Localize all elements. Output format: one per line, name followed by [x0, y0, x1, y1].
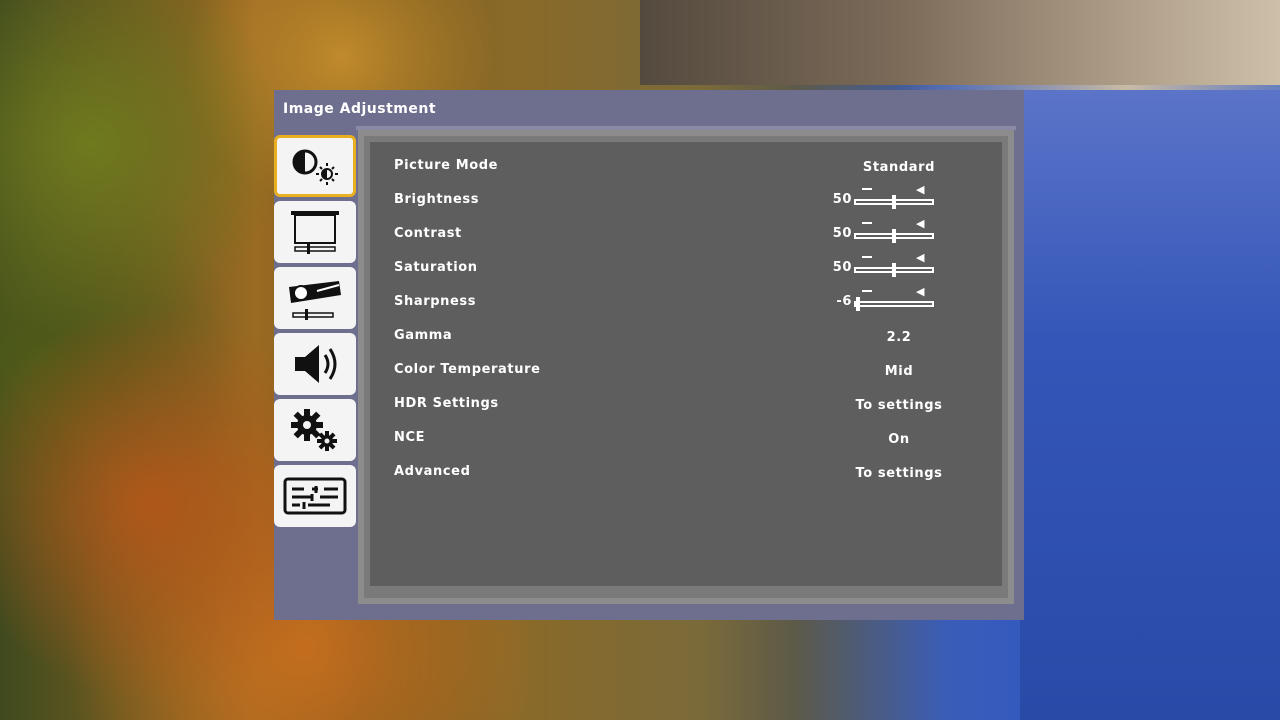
plus-icon: ◀	[916, 183, 926, 196]
row-number: 50	[832, 192, 852, 207]
row-value: On	[888, 432, 910, 447]
info-panel-icon	[283, 477, 347, 515]
row-label: Color Temperature	[394, 362, 541, 377]
sidebar-item-projector[interactable]	[274, 267, 356, 329]
row-label: Advanced	[394, 464, 471, 479]
osd-menu: Image Adjustment Picture Mode Standard B…	[274, 90, 1024, 620]
sidebar-item-picture[interactable]	[274, 135, 356, 197]
row-number: -6	[836, 294, 852, 309]
row-color-temperature[interactable]: Color Temperature Mid	[370, 358, 1002, 382]
row-value: Standard	[862, 160, 936, 175]
row-label: HDR Settings	[394, 396, 499, 411]
row-nce[interactable]: NCE On	[370, 426, 1002, 450]
row-label: Gamma	[394, 328, 453, 343]
contrast-slider[interactable]: ◀	[854, 217, 936, 244]
minus-icon	[862, 290, 872, 292]
menu-content: Picture Mode Standard Brightness 50 ◀ Co…	[358, 130, 1014, 604]
minus-icon	[862, 222, 872, 224]
plus-icon: ◀	[916, 217, 926, 230]
background-ocean	[1020, 90, 1280, 720]
row-label: Picture Mode	[394, 158, 499, 173]
gears-icon	[291, 409, 337, 451]
minus-icon	[862, 188, 872, 190]
saturation-slider[interactable]: ◀	[854, 251, 936, 278]
settings-list: Picture Mode Standard Brightness 50 ◀ Co…	[370, 142, 1002, 586]
row-number: 50	[832, 226, 852, 241]
sidebar-item-info[interactable]	[274, 465, 356, 527]
minus-icon	[862, 256, 872, 258]
picture-icon	[292, 149, 338, 185]
background-mountain	[640, 0, 1280, 85]
row-value: Mid	[884, 364, 914, 379]
row-label: Contrast	[394, 226, 462, 241]
row-sharpness[interactable]: Sharpness -6 ◀	[370, 285, 1002, 314]
row-hdr-settings[interactable]: HDR Settings To settings	[370, 392, 1002, 416]
sidebar-item-audio[interactable]	[274, 333, 356, 395]
sidebar-item-screen[interactable]	[274, 201, 356, 263]
plus-icon: ◀	[916, 285, 926, 298]
slider-track	[854, 301, 934, 307]
row-brightness[interactable]: Brightness 50 ◀	[370, 183, 1002, 212]
brightness-slider[interactable]: ◀	[854, 183, 936, 210]
row-value: To settings	[855, 466, 943, 481]
projector-icon	[289, 281, 341, 320]
slider-knob[interactable]	[892, 263, 896, 277]
row-advanced[interactable]: Advanced To settings	[370, 460, 1002, 484]
row-number: 50	[832, 260, 852, 275]
slider-knob[interactable]	[892, 229, 896, 243]
slider-knob[interactable]	[892, 195, 896, 209]
speaker-icon	[295, 345, 337, 383]
menu-title: Image Adjustment	[283, 101, 437, 117]
row-value: To settings	[855, 398, 943, 413]
row-label: Brightness	[394, 192, 480, 207]
row-label: Saturation	[394, 260, 478, 275]
slider-knob[interactable]	[856, 297, 860, 311]
sharpness-slider[interactable]: ◀	[854, 285, 936, 312]
row-label: Sharpness	[394, 294, 477, 309]
row-picture-mode[interactable]: Picture Mode Standard	[370, 154, 1002, 178]
screen-icon	[291, 211, 339, 254]
row-saturation[interactable]: Saturation 50 ◀	[370, 251, 1002, 280]
row-value: 2.2	[886, 330, 912, 345]
row-gamma[interactable]: Gamma 2.2	[370, 324, 1002, 348]
plus-icon: ◀	[916, 251, 926, 264]
row-label: NCE	[394, 430, 426, 445]
sidebar-item-settings[interactable]	[274, 399, 356, 461]
row-contrast[interactable]: Contrast 50 ◀	[370, 217, 1002, 246]
